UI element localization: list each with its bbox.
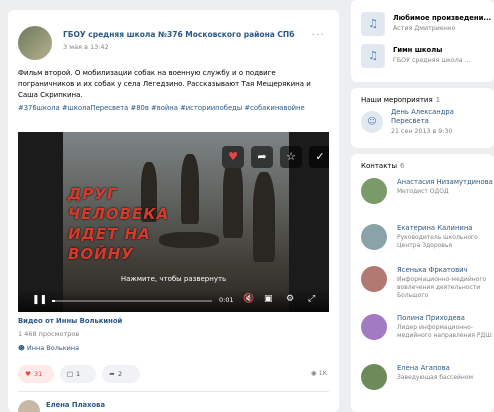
contact-avatar[interactable] [361,314,387,340]
star-icon[interactable]: ☆ [280,146,302,168]
post-actions-bar: ♥ 31 □ 1 ➦ 2 ◉ 1K [18,365,329,383]
comment-avatar[interactable] [18,400,40,412]
event-group-icon[interactable]: ☺ [361,111,383,133]
contact-name[interactable]: Екатерина Калинина [397,224,493,232]
event-date: 21 сен 2013 в 9:30 [391,128,453,135]
contacts-section-title[interactable]: Контакты 6 [361,162,405,170]
video-uploader-link[interactable]: ☻ Инна Волькина [18,344,79,352]
contact-avatar[interactable] [361,364,387,390]
contact-role: Руководитель школьного Центра Здоровья [397,234,478,249]
comments-divider [18,391,329,392]
view-count-value: 1K [318,369,327,377]
video-progress-bar[interactable] [52,300,212,302]
group-avatar[interactable] [18,26,52,60]
audio-artist: Астия Дмитриенко [393,25,456,32]
post-text: Фильм второй. О мобилизации собак на вое… [18,69,311,99]
video-author-link[interactable]: Видео от Инны Волькиной [18,317,122,325]
event-name-link[interactable]: День Александра Пересвета [391,108,489,126]
settings-gear-icon[interactable]: ⚙ [286,294,294,304]
contact-name[interactable]: Анастасия Низамутдинова [397,178,493,186]
contact-avatar[interactable] [361,266,387,292]
contact-item[interactable]: Анастасия Низамутдинова Методист ОДОД [361,178,493,218]
post-header: ГБОУ средняя школа №376 Московского райо… [18,26,329,60]
contact-item[interactable]: Полина Приходева Лидер информационно-меди… [361,314,493,354]
post-hashtags[interactable]: #376школа #школаПересвета #80в #война #и… [18,104,329,112]
contact-name[interactable]: Ясенька Фркатович [397,266,493,274]
post-view-count: ◉ 1K [311,369,327,377]
comment-bubble-icon: □ [66,370,74,378]
share-arrow-icon[interactable]: ➦ [251,146,273,168]
contacts-title-text: Контакты [361,162,398,170]
group-name-link[interactable]: ГБОУ средняя школа №376 Московского райо… [63,30,294,39]
contacts-card: Контакты 6 Анастасия Низамутдинова Методис… [351,154,494,412]
miniplayer-icon[interactable]: ▣ [264,294,273,304]
checkmark-icon[interactable]: ✓ [309,146,329,168]
contact-avatar[interactable] [361,178,387,204]
user-icon: ☻ [18,344,25,352]
volume-muted-icon[interactable]: 🔇 [243,294,254,304]
events-card: Наши мероприятия 1 ☺ День Александра Пере… [351,88,494,148]
video-view-count: 1 468 просмотров [18,330,80,338]
events-count: 1 [435,96,441,104]
audio-item[interactable]: ♫ Любимое произведени... Астия Дмитриенк… [361,12,491,40]
comment-count: 1 [76,370,81,378]
like-button[interactable]: ♥ 31 [18,365,54,383]
audio-title: Любимое произведени... [393,14,492,22]
events-section-title[interactable]: Наши мероприятия 1 [361,96,440,104]
uploader-name: Инна Волькина [26,344,80,352]
post-card: ГБОУ средняя школа №376 Московского райо… [8,10,339,412]
audio-item[interactable]: ♫ Гимн школы ГБОУ средняя школа ... [361,44,491,72]
audio-card: ♫ Любимое произведени... Астия Дмитриенк… [351,0,494,82]
video-expand-hint[interactable]: Нажмите, чтобы развернуть [18,275,329,283]
events-title-text: Наши мероприятия [361,96,433,104]
audio-title: Гимн школы [393,46,443,54]
share-button[interactable]: ➦ 2 [102,365,140,383]
pause-icon[interactable]: ❚❚ [32,295,47,305]
music-note-icon[interactable]: ♫ [361,44,385,68]
contact-role: Информационно-медийного вовлечения деяте… [397,276,487,299]
share-arrow-icon: ➦ [109,370,115,378]
contact-item[interactable]: Елена Агапова Заведующая бассейном [361,364,491,404]
like-count: 31 [34,370,43,378]
contact-role: Лидер информационно-медийного направлени… [397,324,492,339]
music-note-icon[interactable]: ♫ [361,12,385,36]
contact-avatar[interactable] [361,224,387,250]
video-time: 0:01 [219,296,234,304]
video-controls: ❚❚ 0:01 🔇 ▣ ⚙ ⤢ [18,290,329,312]
video-progress-fill [52,300,56,302]
contact-role: Заведующая бассейном [397,374,474,381]
fullscreen-icon[interactable]: ⤢ [308,294,315,304]
video-player[interactable]: ДРУГ ЧЕЛОВЕКА ИДЕТ НА ВОЙНУ ♥ ➦ ☆ ✓ Нажм… [18,132,329,312]
audio-artist: ГБОУ средняя школа ... [393,57,471,64]
post-date[interactable]: 3 мая в 13:42 [63,43,109,51]
contact-name[interactable]: Полина Приходева [397,314,493,322]
contact-item[interactable]: Ясенька Фркатович Информационно-медийного… [361,266,491,306]
comment-author-link[interactable]: Елена Плахова [46,401,105,409]
contact-name[interactable]: Елена Агапова [397,364,493,372]
comment-button[interactable]: □ 1 [60,365,96,383]
eye-icon: ◉ [310,369,317,377]
share-count: 2 [118,370,123,378]
heart-icon: ♥ [25,370,31,378]
contacts-count: 6 [400,162,405,170]
video-title-overlay: ДРУГ ЧЕЛОВЕКА ИДЕТ НА ВОЙНУ [68,185,170,263]
contact-role: Методист ОДОД [397,188,449,195]
more-dots-icon[interactable]: ··· [312,28,326,41]
contact-item[interactable]: Екатерина Калинина Руководитель школьного… [361,224,491,264]
heart-icon[interactable]: ♥ [222,146,244,168]
